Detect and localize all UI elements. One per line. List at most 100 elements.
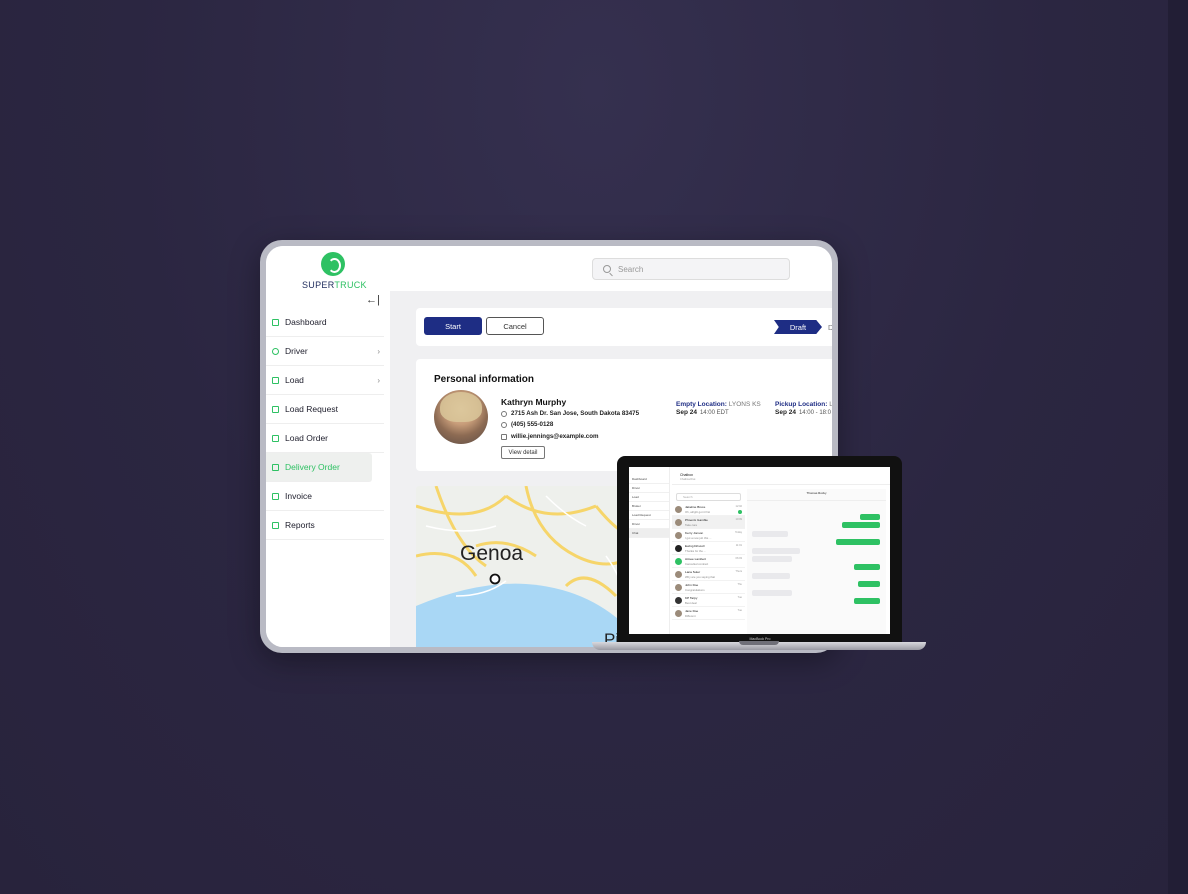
conversation-preview: Best deal	[685, 600, 697, 605]
sidebar-item-label: Dashboard	[285, 317, 327, 327]
empty-location-value: LYONS KS	[728, 401, 761, 408]
sidebar-item-load-request[interactable]: Load Request	[266, 395, 384, 424]
conversation-time: 10:09	[735, 518, 743, 521]
chat-message-incoming	[752, 548, 800, 554]
sidebar-item-label: Load Order	[285, 433, 328, 443]
sidebar-item-reports[interactable]: Reports	[266, 511, 384, 540]
laptop-nav-item-chat[interactable]: Chat	[629, 529, 669, 538]
conversation-row[interactable]: Jakeline Bruce Oh, alright got it first 12…	[672, 503, 745, 516]
load-order-icon	[272, 434, 279, 442]
avatar	[675, 532, 682, 539]
laptop-search-input[interactable]: Search	[676, 493, 741, 501]
pickup-location-value: LY	[829, 401, 832, 408]
conversation-name: Lana Suter	[685, 570, 701, 574]
avatar	[675, 610, 682, 617]
conversation-name: Phoenix Gamble	[685, 518, 708, 522]
collapse-sidebar-icon[interactable]: ←|	[366, 294, 380, 306]
start-button[interactable]: Start	[424, 317, 482, 335]
laptop-nav-item[interactable]: Driver	[629, 484, 669, 493]
sidebar-item-load[interactable]: Load ›	[266, 366, 384, 395]
conversation-row[interactable]: Phoenix Gamble Take care 10:09	[672, 516, 745, 529]
laptop-notch	[739, 641, 779, 645]
pickup-location-date: Sep 24 14:00 - 18:0	[775, 409, 831, 416]
conversation-preview: Oh, alright got it first	[685, 509, 711, 514]
conversation-preview: I got a new job this ...	[685, 535, 712, 540]
laptop-nav-item[interactable]: Broker	[629, 502, 669, 511]
conversation-row[interactable]: John Doe Congratulations Thu	[672, 581, 745, 594]
chat-message-incoming	[752, 531, 788, 537]
cancel-button[interactable]: Cancel	[486, 317, 544, 335]
chevron-right-icon: ›	[377, 346, 380, 356]
pickup-date: Sep 24	[775, 409, 796, 416]
sidebar-item-dashboard[interactable]: Dashboard	[266, 308, 384, 337]
chat-message-outgoing	[854, 598, 880, 604]
conversation-name: Jane Doe	[685, 609, 699, 613]
search-placeholder: Search	[618, 264, 644, 274]
phone-icon	[501, 421, 507, 428]
conversation-row[interactable]: KP Tarpy Best deal Tue	[672, 594, 745, 607]
sidebar: SUPERTRUCK ←| Dashboard Driver › Load › Lo…	[266, 246, 384, 647]
conversation-row[interactable]: Kerry Jonson I got a new job this ... Toda…	[672, 529, 745, 542]
search-input[interactable]: Search	[592, 258, 790, 280]
conversation-row[interactable]: Ewing Driscoll Thanks for the ... 11:01	[672, 542, 745, 555]
chat-message-incoming	[752, 590, 792, 596]
sidebar-item-load-order[interactable]: Load Order	[266, 424, 384, 453]
conversation-row[interactable]: Jane Doe Different Tue	[672, 607, 745, 620]
laptop-nav-item[interactable]: Load Request	[629, 511, 669, 520]
conversation-time: Tue	[737, 596, 742, 599]
sidebar-item-delivery-order[interactable]: Delivery Order	[266, 453, 372, 482]
pickup-location: Pickup Location: LY	[775, 401, 832, 408]
laptop-nav-item[interactable]: Driver	[629, 520, 669, 529]
conversation-list: Search Jakeline Bruce Oh, alright got it …	[672, 489, 745, 634]
truck-icon	[272, 376, 279, 384]
sidebar-item-label: Invoice	[285, 491, 312, 501]
invoice-icon	[272, 492, 279, 500]
laptop-sidebar: Dashboard Driver Load Broker Load Reques…	[629, 467, 670, 634]
laptop-nav-item[interactable]: Dashboard	[629, 475, 669, 484]
page-edge-band	[1168, 0, 1188, 894]
conversation-name: John Doe	[685, 583, 699, 587]
conversation-row[interactable]: Aimee Lambert Cancelled contract 06:03	[672, 555, 745, 568]
chat-header: Thomas Rocky	[747, 489, 886, 501]
conversation-time: Thu	[737, 583, 742, 586]
email-row: willie.jennings@example.com	[501, 433, 599, 440]
search-icon	[603, 265, 611, 273]
avatar	[675, 506, 682, 513]
avatar	[675, 584, 682, 591]
phone-row: (405) 555-0128	[501, 421, 553, 428]
status-step-next: D	[828, 322, 832, 332]
conversation-time: 06:03	[735, 557, 743, 560]
laptop-header: Chatbox Chatbox/chat	[672, 467, 890, 485]
mail-icon	[501, 433, 507, 440]
phone-text: (405) 555-0128	[511, 421, 554, 428]
logo-icon	[321, 252, 345, 276]
conversation-preview: Take care	[685, 522, 698, 527]
chat-message-outgoing	[836, 539, 880, 545]
conversation-time: Today	[735, 531, 742, 534]
sidebar-item-label: Load Request	[285, 404, 338, 414]
conversation-name: Ewing Driscoll	[685, 544, 705, 548]
conversation-preview: Different	[685, 613, 696, 618]
empty-location: Empty Location: LYONS KS	[676, 401, 761, 408]
chevron-right-icon: ›	[377, 375, 380, 385]
location-pin-icon	[501, 410, 507, 417]
conversation-name: Kerry Jonson	[685, 531, 704, 535]
reports-icon	[272, 521, 279, 529]
device-label: MacBook Pro	[749, 637, 771, 641]
conversation-preview: Cancelled contract	[685, 561, 709, 566]
driver-icon	[272, 347, 279, 355]
chat-message-outgoing	[858, 581, 880, 587]
laptop-breadcrumb: Chatbox/chat	[680, 478, 696, 481]
person-name: Kathryn Murphy	[501, 397, 567, 407]
sidebar-item-driver[interactable]: Driver ›	[266, 337, 384, 366]
sidebar-item-invoice[interactable]: Invoice	[266, 482, 384, 511]
email-text: willie.jennings@example.com	[511, 433, 599, 440]
avatar	[675, 558, 682, 565]
laptop-nav-item[interactable]: Load	[629, 493, 669, 502]
conversation-row[interactable]: Lana Suter Why are you saying that Thurs	[672, 568, 745, 581]
empty-time: 14:00 EDT	[699, 410, 729, 416]
view-detail-button[interactable]: View detail	[501, 446, 545, 459]
sidebar-item-label: Load	[285, 375, 304, 385]
chat-message-incoming	[752, 573, 790, 579]
empty-location-date: Sep 24 14:00 EDT	[676, 409, 729, 416]
